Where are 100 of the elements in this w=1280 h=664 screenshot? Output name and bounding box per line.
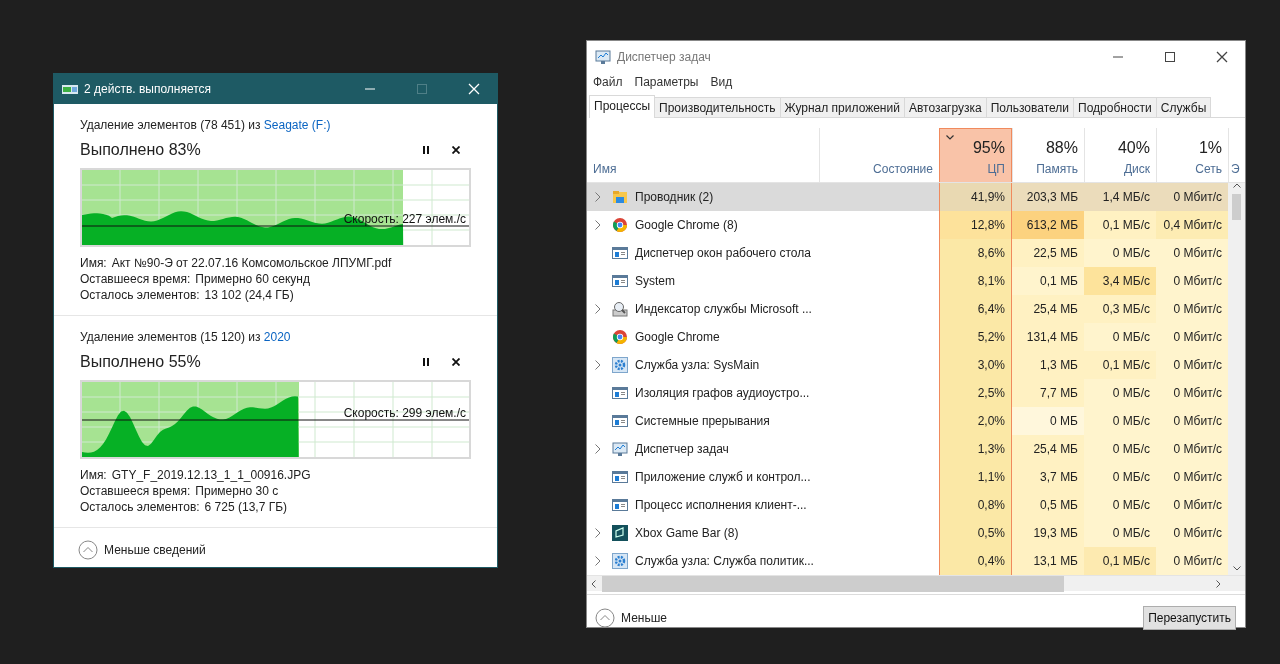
details-toggle[interactable]: Меньше сведений: [104, 541, 206, 559]
table-cell: 22,5 МБ: [1012, 239, 1084, 267]
detail-label: Оставшееся время:: [80, 271, 191, 287]
table-cell: 0 МБ: [1012, 407, 1084, 435]
table-cell: 0,4 Мбит/с: [1156, 211, 1228, 239]
column-percent: 88%: [1045, 138, 1078, 158]
magnifier-icon: [612, 301, 628, 317]
tab[interactable]: Пользователи: [985, 97, 1075, 117]
gear-icon: [612, 553, 628, 569]
process-name: Google Chrome: [635, 329, 720, 346]
pause-icon: [423, 358, 429, 366]
process-row[interactable]: Служба узла: Служба политик...: [587, 547, 819, 575]
tab[interactable]: Автозагрузка: [903, 97, 987, 117]
column-header[interactable]: Имя: [587, 128, 819, 182]
table-cell: 5,2%: [939, 323, 1012, 351]
column-header[interactable]: Э: [1228, 128, 1246, 182]
process-row[interactable]: Xbox Game Bar (8): [587, 519, 819, 547]
column-label: Э: [1231, 161, 1240, 178]
tab[interactable]: Службы: [1155, 97, 1212, 117]
menu-item[interactable]: Вид: [706, 73, 737, 91]
expand-icon[interactable]: [595, 556, 601, 566]
table-cell: 1,1%: [939, 463, 1012, 491]
process-row[interactable]: Изоляция графов аудиоустро...: [587, 379, 819, 407]
tab[interactable]: Журнал приложений: [779, 97, 905, 117]
detail-label: Осталось элементов:: [80, 287, 200, 303]
table-cell: 0 Мбит/с: [1156, 379, 1228, 407]
maximize-icon: [1165, 52, 1175, 62]
process-row[interactable]: System: [587, 267, 819, 295]
restart-button[interactable]: Перезапустить: [1143, 605, 1236, 630]
table-cell: 613,2 МБ: [1012, 211, 1084, 239]
column-header[interactable]: 95% ЦП: [939, 128, 1012, 182]
column-header[interactable]: 40% Диск: [1084, 128, 1156, 182]
speed-label: Скорость: 299 элем./с: [343, 405, 466, 422]
process-row[interactable]: Служба узла: SysMain: [587, 351, 819, 379]
table-cell: 13,1 МБ: [1012, 547, 1084, 575]
process-row[interactable]: Индексатор службы Microsoft ...: [587, 295, 819, 323]
monitor-icon: [595, 49, 611, 65]
expand-icon[interactable]: [595, 444, 601, 454]
menu-item[interactable]: Параметры: [630, 73, 703, 91]
detail-value: Примерно 30 с: [195, 483, 279, 499]
process-row[interactable]: Проводник (2): [587, 183, 819, 211]
column-percent: 1%: [1198, 138, 1222, 158]
table-cell: 0 Мбит/с: [1156, 463, 1228, 491]
pause-icon: [423, 146, 429, 154]
process-row[interactable]: Системные прерывания: [587, 407, 819, 435]
window-icon: [612, 273, 628, 289]
window-icon: [612, 245, 628, 261]
vertical-scrollbar[interactable]: [1228, 183, 1245, 575]
process-row[interactable]: Google Chrome: [587, 323, 819, 351]
table-cell: 1,3 МБ: [1012, 351, 1084, 379]
window-icon: [612, 413, 628, 429]
details-toggle[interactable]: Меньше: [621, 608, 667, 627]
expand-icon[interactable]: [595, 192, 601, 202]
column-header[interactable]: 1% Сеть: [1156, 128, 1228, 182]
table-cell: 3,4 МБ/с: [1084, 267, 1156, 295]
table-cell: 2,0%: [939, 407, 1012, 435]
source-link[interactable]: Seagate (F:): [263, 118, 331, 132]
table-cell: 0 Мбит/с: [1156, 295, 1228, 323]
column-header[interactable]: 88% Память: [1012, 128, 1084, 182]
expand-icon[interactable]: [595, 360, 601, 370]
process-row[interactable]: Приложение служб и контрол...: [587, 463, 819, 491]
table-cell: 0 МБ/с: [1084, 491, 1156, 519]
process-row[interactable]: Диспетчер окон рабочего стола: [587, 239, 819, 267]
table-cell: 12,8%: [939, 211, 1012, 239]
process-row[interactable]: Google Chrome (8): [587, 211, 819, 239]
process-name: Изоляция графов аудиоустро...: [635, 385, 810, 402]
process-name: Проводник (2): [635, 189, 714, 206]
scroll-thumb[interactable]: [1232, 194, 1241, 220]
expand-icon[interactable]: [595, 528, 601, 538]
table-cell: 19,3 МБ: [1012, 519, 1084, 547]
horizontal-scrollbar[interactable]: [587, 575, 1245, 591]
detail-value: 6 725 (13,7 ГБ): [204, 499, 288, 515]
collapse-icon[interactable]: [595, 607, 615, 628]
tab[interactable]: Подробности: [1073, 97, 1157, 117]
table-cell: 0,1 МБ/с: [1084, 351, 1156, 379]
collapse-icon[interactable]: [78, 540, 98, 560]
browser-icon: [612, 217, 628, 233]
detail-value: GTY_F_2019.12.13_1_1_00916.JPG: [111, 467, 311, 483]
process-name: Процесс исполнения клиент-...: [635, 497, 807, 514]
detail-label: Оставшееся время:: [80, 483, 191, 499]
tab[interactable]: Процессы: [589, 95, 655, 118]
speed-label: Скорость: 227 элем./с: [343, 211, 466, 228]
expand-icon[interactable]: [595, 220, 601, 230]
process-name: Служба узла: SysMain: [635, 357, 760, 374]
process-row[interactable]: Диспетчер задач: [587, 435, 819, 463]
source-link[interactable]: 2020: [263, 330, 291, 344]
scroll-left-icon: [591, 579, 596, 588]
table-cell: 0 МБ/с: [1084, 239, 1156, 267]
window-title: Диспетчер задач: [617, 49, 712, 66]
column-percent: 95%: [972, 138, 1005, 158]
menu-item[interactable]: Файл: [589, 73, 627, 91]
window-title: 2 действ. выполняется: [84, 81, 213, 98]
table-cell: 41,9%: [939, 183, 1012, 211]
process-row[interactable]: Процесс исполнения клиент-...: [587, 491, 819, 519]
expand-icon[interactable]: [595, 304, 601, 314]
table-cell: 0,1 МБ/с: [1084, 211, 1156, 239]
tab[interactable]: Производительность: [654, 97, 781, 117]
scroll-thumb[interactable]: [602, 575, 1064, 592]
table-cell: 7,7 МБ: [1012, 379, 1084, 407]
process-name: Индексатор службы Microsoft ...: [635, 301, 812, 318]
